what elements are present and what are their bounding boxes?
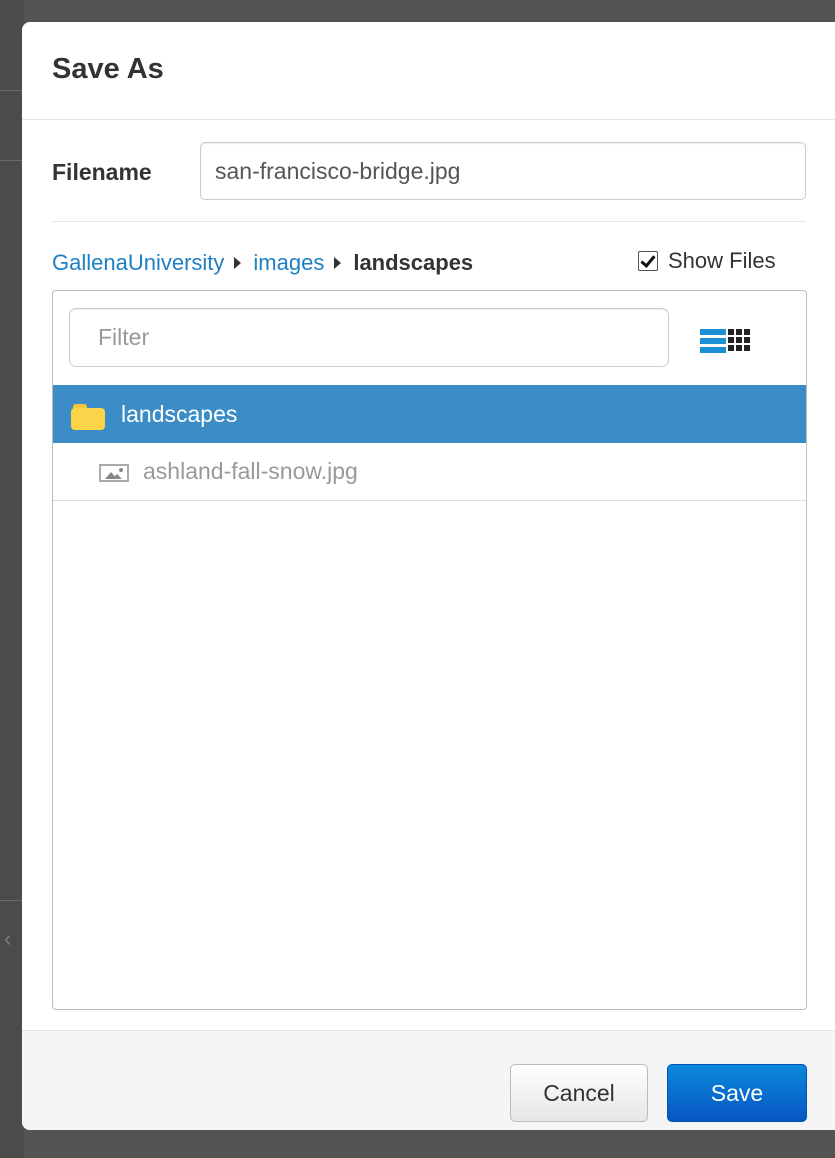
breadcrumb-current-landscapes: landscapes	[353, 250, 474, 275]
grid-view-icon[interactable]	[728, 329, 754, 353]
list-item-file-ashland-fall-snow[interactable]: ashland-fall-snow.jpg	[53, 443, 806, 501]
breadcrumb: GallenaUniversity images landscapes	[52, 248, 473, 278]
folder-icon	[71, 404, 105, 430]
list-view-icon[interactable]	[700, 329, 726, 353]
background-window	[0, 0, 24, 1158]
caret-right-icon	[234, 257, 242, 269]
filename-label: Filename	[52, 159, 152, 185]
save-as-dialog: Save As Filename GallenaUniversity image…	[22, 22, 835, 1130]
list-item-label: ashland-fall-snow.jpg	[143, 458, 358, 484]
dialog-header: Save As	[22, 22, 835, 120]
show-files-checkbox[interactable]	[638, 251, 658, 271]
save-button[interactable]: Save	[667, 1064, 807, 1122]
breadcrumb-item-images[interactable]: images	[253, 249, 324, 277]
background-divider	[0, 900, 24, 901]
background-divider	[0, 160, 24, 161]
background-chevron-icon: ‹	[4, 926, 12, 951]
section-divider	[52, 221, 806, 222]
cancel-button[interactable]: Cancel	[510, 1064, 648, 1122]
image-file-icon	[99, 463, 129, 482]
caret-right-icon	[334, 257, 342, 269]
list-item-folder-landscapes[interactable]: landscapes	[53, 385, 806, 443]
show-files-toggle[interactable]: Show Files	[638, 246, 776, 276]
dialog-title: Save As	[52, 53, 164, 85]
breadcrumb-item-gallenauniversity[interactable]: GallenaUniversity	[52, 249, 224, 277]
dialog-footer: Cancel Save	[22, 1030, 835, 1130]
filename-input[interactable]	[200, 142, 806, 200]
background-divider	[0, 90, 24, 91]
filter-input[interactable]	[69, 308, 669, 367]
show-files-label: Show Files	[668, 248, 776, 273]
file-browser: landscapes ashland-fall-snow.jpg	[52, 290, 807, 1010]
list-item-label: landscapes	[121, 400, 238, 427]
